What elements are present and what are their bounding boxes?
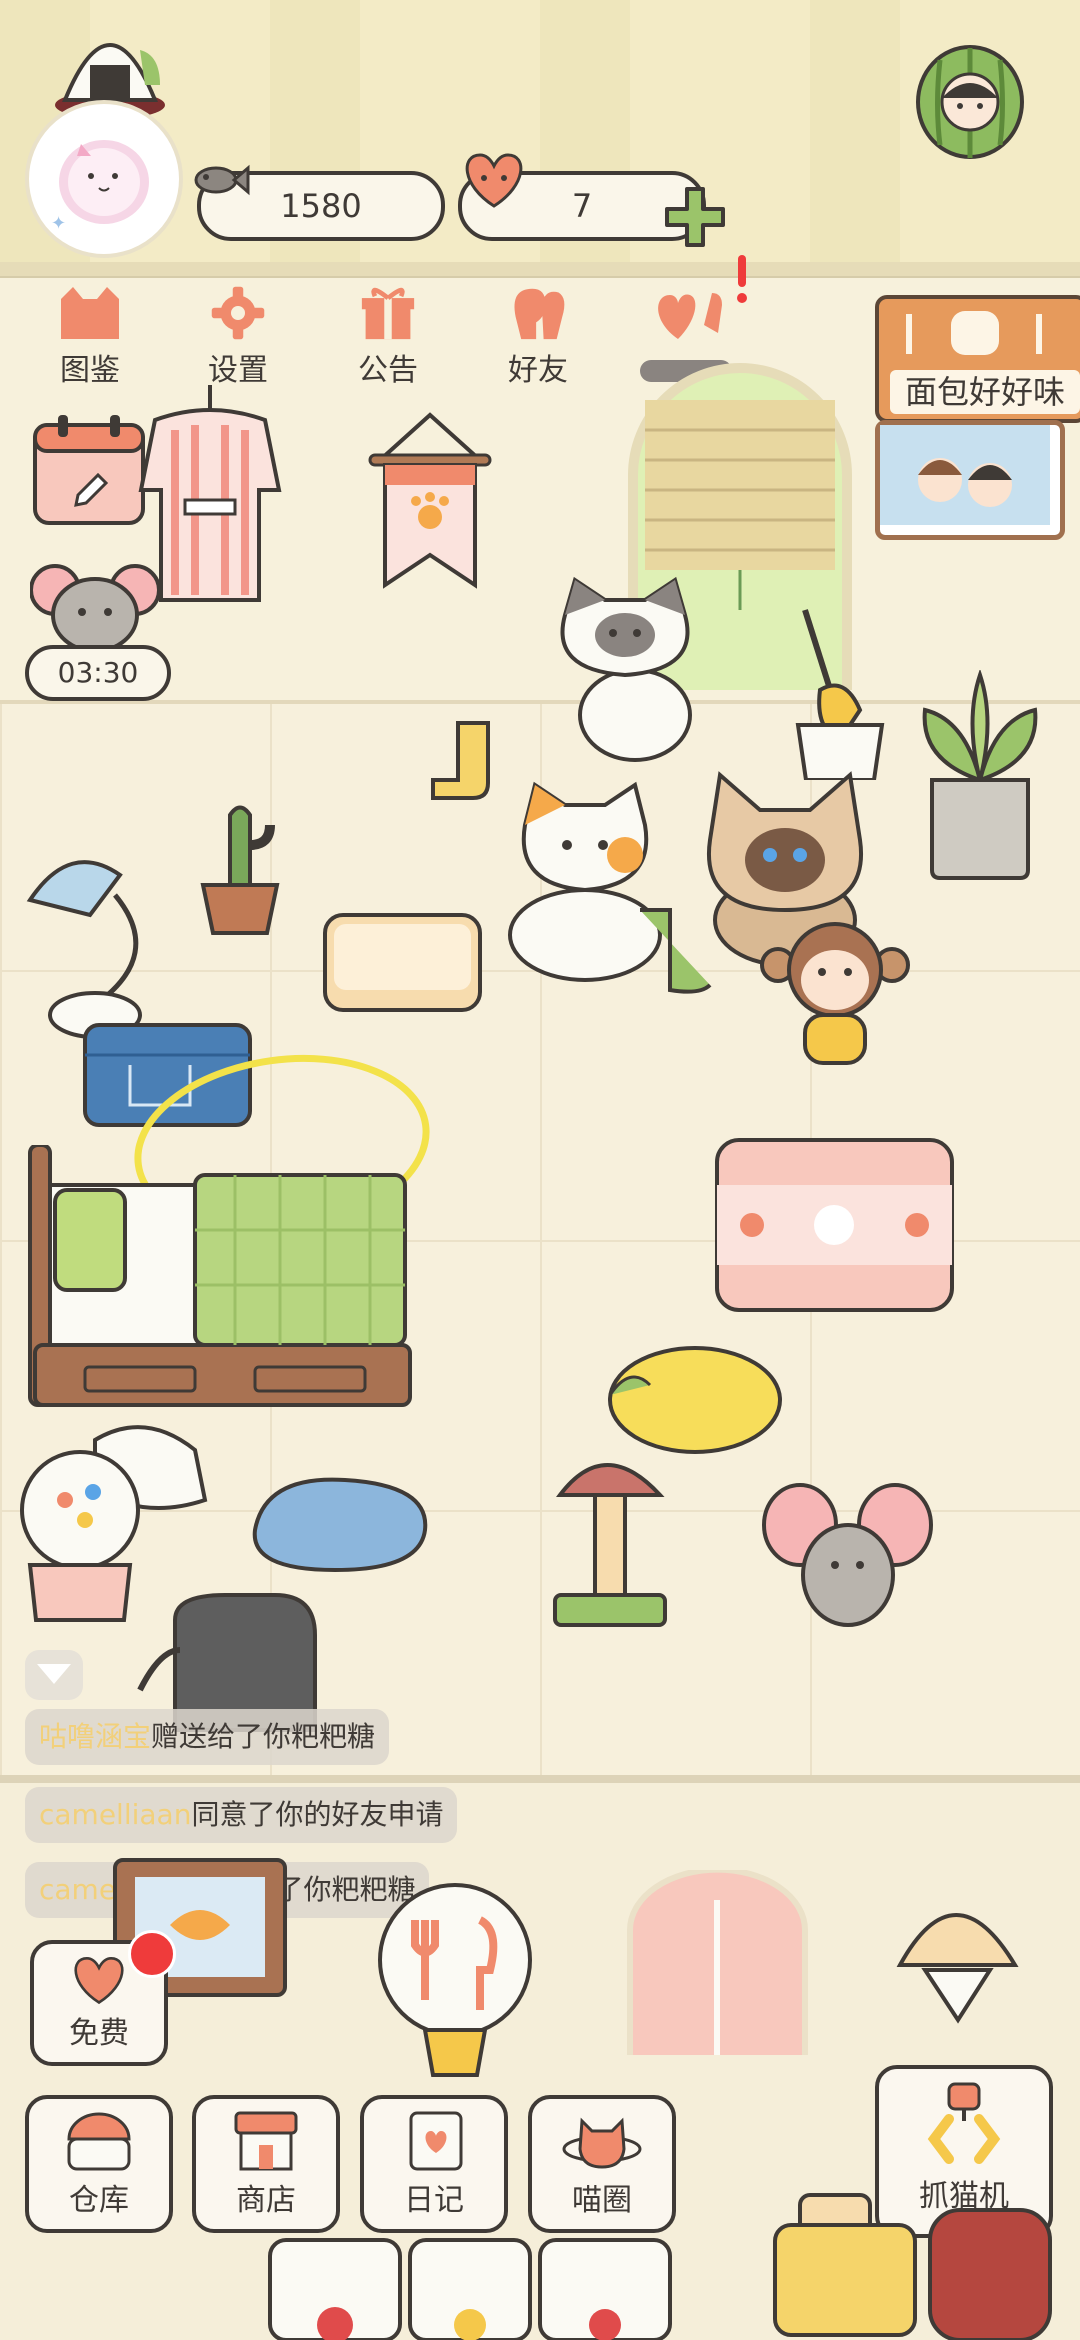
svg-text:✦: ✦ xyxy=(51,213,66,234)
chat-text: 同意了你的好友申请 xyxy=(191,1798,444,1831)
gift-icon xyxy=(361,287,415,340)
warehouse-button[interactable]: 仓库 xyxy=(25,2095,173,2233)
cat-circle-label: 喵圈 xyxy=(572,2183,632,2218)
desk-lamp-icon xyxy=(26,860,142,1039)
cat-avatar-icon: ✦ xyxy=(51,140,149,234)
fish-icon xyxy=(194,164,250,196)
bird-cage-icon xyxy=(896,1913,1019,2024)
food-sign-icon[interactable] xyxy=(365,1880,545,2080)
shelf-items-icon xyxy=(268,2238,672,2340)
cat-circle-button[interactable]: 喵圈 xyxy=(528,2095,676,2233)
curtain-doorway-icon xyxy=(627,1870,808,2055)
notice-label: 公告 xyxy=(358,353,418,388)
chat-icon xyxy=(37,1664,71,1684)
chat-toggle-button[interactable] xyxy=(25,1650,83,1700)
rice-cooker-icon xyxy=(67,2112,131,2171)
friends-icon xyxy=(514,288,565,340)
add-hearts-button[interactable] xyxy=(663,185,727,249)
siamese-cat-icon[interactable] xyxy=(535,575,715,765)
melon-character-icon[interactable] xyxy=(910,40,1030,160)
settings-button[interactable]: 设置 xyxy=(178,285,298,395)
free-label: 免费 xyxy=(69,2016,129,2051)
claw-icon xyxy=(927,2082,1001,2164)
friends-label: 好友 xyxy=(508,353,568,388)
chat-sender: 咕噜涵宝 xyxy=(39,1720,152,1753)
cat-book-icon xyxy=(61,287,119,339)
lemon-icon[interactable] xyxy=(595,1340,785,1460)
gear-icon xyxy=(211,286,265,340)
friends-button[interactable]: 好友 xyxy=(478,285,598,395)
chat-message: camelliaan同意了你的好友申请 xyxy=(25,1787,458,1843)
mouse-timer: 03:30 xyxy=(25,645,171,701)
shop-icon xyxy=(234,2111,298,2171)
shop-button[interactable]: 商店 xyxy=(192,2095,340,2233)
paw-banner-icon xyxy=(368,412,492,589)
calendar-icon[interactable] xyxy=(30,410,148,528)
heart-icon xyxy=(465,153,523,208)
notice-button[interactable]: 公告 xyxy=(328,285,448,395)
blue-cushion-icon[interactable] xyxy=(245,1470,430,1575)
warehouse-label: 仓库 xyxy=(69,2183,129,2218)
broom-bucket-icon xyxy=(795,609,885,780)
diary-label: 日记 xyxy=(404,2183,464,2218)
bread-icon xyxy=(906,311,1042,355)
potted-plant-icon xyxy=(922,670,1038,880)
shop-label: 商店 xyxy=(236,2183,296,2218)
cactus-icon xyxy=(200,805,280,935)
diary-button[interactable]: 日记 xyxy=(360,2095,508,2233)
friends-photo-frame[interactable] xyxy=(875,420,1065,540)
green-bed-icon[interactable] xyxy=(25,1145,415,1410)
chat-message: 咕噜涵宝赠送给了你粑粑糖 xyxy=(25,1709,390,1765)
pink-mouse-icon[interactable] xyxy=(760,1480,935,1650)
red-jar-icon xyxy=(928,2208,1052,2340)
mouse-icon[interactable] xyxy=(30,560,160,655)
notification-dot xyxy=(128,1930,176,1978)
wall-ledge xyxy=(0,262,1080,278)
chat-sender: camelliaan xyxy=(39,1798,192,1831)
encyclopedia-button[interactable]: 图鉴 xyxy=(30,285,150,395)
friends-photo-icon xyxy=(880,425,1050,525)
heart-icon xyxy=(74,1957,124,2005)
diary-icon xyxy=(409,2111,463,2171)
monkey-icon[interactable] xyxy=(760,920,910,1070)
bread-sign-label: 面包好好味 xyxy=(890,370,1080,414)
player-avatar[interactable]: ✦ xyxy=(25,100,183,258)
floor-divider xyxy=(0,1775,1080,1783)
encyclopedia-label: 图鉴 xyxy=(60,353,120,388)
chat-text: 赠送给了你粑粑糖 xyxy=(151,1720,376,1753)
toaster-icon xyxy=(773,2193,917,2337)
cat-planet-icon xyxy=(562,2117,642,2169)
pink-rug-icon[interactable] xyxy=(712,1135,957,1315)
likes-icon xyxy=(658,293,722,339)
toast-icon[interactable] xyxy=(320,910,485,1015)
alert-icon xyxy=(737,255,747,303)
cat-tree-icon[interactable] xyxy=(550,1445,670,1630)
